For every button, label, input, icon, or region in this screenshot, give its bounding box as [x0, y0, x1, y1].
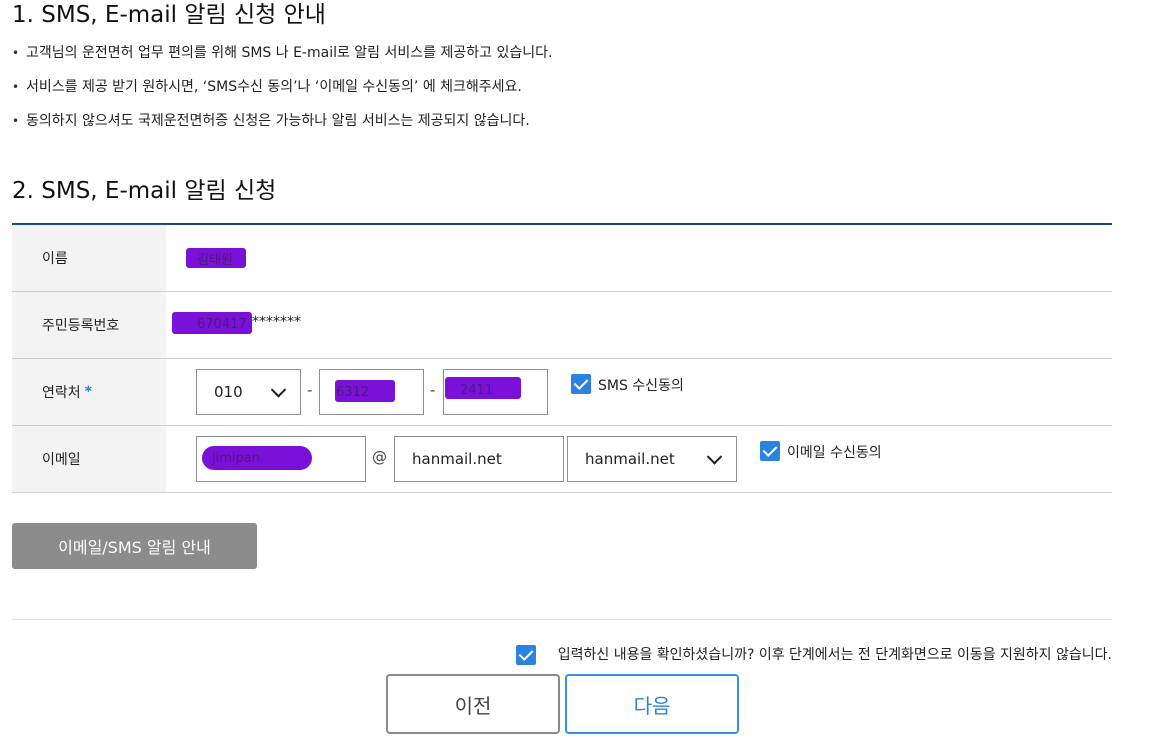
- at-sign: @: [372, 448, 387, 466]
- email-consent-checkbox[interactable]: [760, 441, 780, 461]
- chevron-down-icon: [706, 449, 723, 465]
- notice-item: 서비스를 제공 받기 원하시면, ‘SMS수신 동의’나 ‘이메일 수신동의’ …: [12, 74, 552, 108]
- phone-label: 연락처 *: [12, 359, 166, 425]
- email-consent-label[interactable]: 이메일 수신동의: [787, 442, 882, 462]
- rrn-label: 주민등록번호: [12, 292, 166, 358]
- phone-prefix-value: 010: [214, 383, 243, 401]
- email-local-value: jimipan: [212, 451, 260, 466]
- rrn-masked-value: *******: [252, 314, 301, 330]
- prev-button[interactable]: 이전: [386, 674, 560, 734]
- confirm-label[interactable]: 입력하신 내용을 확인하셨습니까? 이후 단계에서는 전 단계화면으로 이동을 …: [558, 644, 1112, 664]
- phone-separator: -: [430, 381, 436, 399]
- name-value: 김태원: [197, 253, 233, 268]
- section2-title: 2. SMS, E-mail 알림 신청: [12, 178, 277, 204]
- email-domain-input[interactable]: hanmail.net: [394, 436, 564, 482]
- sms-consent-label[interactable]: SMS 수신동의: [598, 375, 684, 395]
- phone-prefix-select[interactable]: 010: [196, 369, 301, 415]
- name-label: 이름: [12, 225, 166, 291]
- email-domain-value: hanmail.net: [412, 450, 502, 468]
- phone-row: 연락처 * 010 - 6312 - 2411 SMS 수신동의: [12, 359, 1112, 426]
- divider: [12, 619, 1112, 620]
- name-row: 이름 김태원: [12, 225, 1112, 292]
- notice-list: 고객님의 운전면허 업무 편의를 위해 SMS 나 E-mail로 알림 서비스…: [12, 40, 552, 142]
- email-domain-select[interactable]: hanmail.net: [567, 436, 737, 482]
- rrn-front-value: 670417: [197, 317, 247, 332]
- notification-info-button[interactable]: 이메일/SMS 알림 안내: [12, 523, 257, 569]
- notice-item: 고객님의 운전면허 업무 편의를 위해 SMS 나 E-mail로 알림 서비스…: [12, 40, 552, 74]
- rrn-row: 주민등록번호 670417 *******: [12, 292, 1112, 359]
- email-label: 이메일: [12, 426, 166, 492]
- chevron-down-icon: [270, 382, 287, 398]
- phone-last-value: 2411: [460, 383, 494, 398]
- phone-label-text: 연락처: [42, 385, 81, 401]
- confirm-checkbox[interactable]: [516, 645, 536, 665]
- sms-consent-checkbox[interactable]: [571, 374, 591, 394]
- phone-middle-value: 6312: [336, 385, 370, 400]
- phone-separator: -: [307, 381, 313, 399]
- notification-form: 이름 김태원 주민등록번호 670417 ******* 연락처 * 010 -…: [12, 223, 1112, 493]
- section1-title: 1. SMS, E-mail 알림 신청 안내: [12, 2, 326, 28]
- email-domain-select-value: hanmail.net: [585, 450, 675, 468]
- notice-item: 동의하지 않으셔도 국제운전면허증 신청은 가능하나 알림 서비스는 제공되지 …: [12, 108, 552, 142]
- email-row: 이메일 jimipan @ hanmail.net hanmail.net 이메…: [12, 426, 1112, 493]
- next-button[interactable]: 다음: [565, 674, 739, 734]
- required-mark: *: [84, 384, 92, 400]
